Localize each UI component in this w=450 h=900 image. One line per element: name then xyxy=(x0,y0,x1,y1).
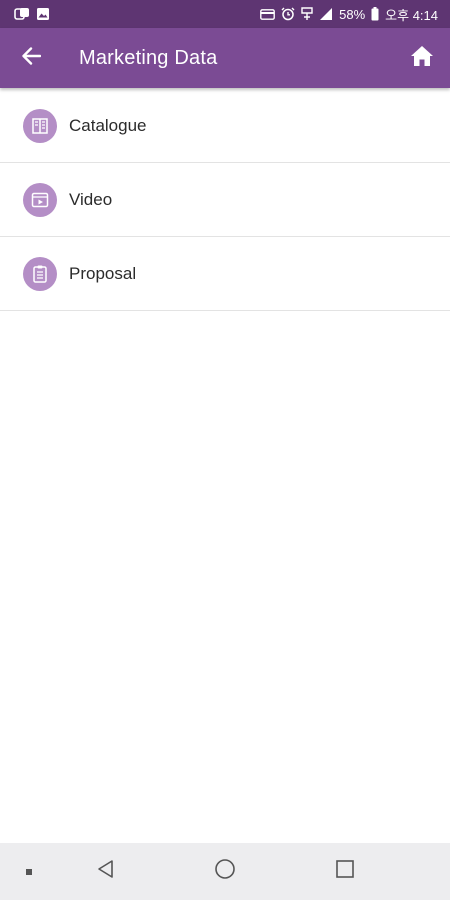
nav-overview-button[interactable] xyxy=(325,843,365,900)
gallery-icon xyxy=(36,7,50,21)
clipboard-icon xyxy=(23,256,57,291)
back-button[interactable] xyxy=(0,28,62,88)
list-item-label: Video xyxy=(69,189,113,209)
list-item-video[interactable]: Video xyxy=(0,163,450,237)
alarm-icon xyxy=(281,7,295,21)
nav-back-button[interactable] xyxy=(86,843,126,900)
video-icon xyxy=(23,182,57,217)
arrow-back-icon xyxy=(21,46,42,70)
signal-icon xyxy=(319,7,333,21)
status-left xyxy=(14,7,50,21)
back-triangle-icon xyxy=(96,859,116,884)
overview-square-icon xyxy=(335,859,355,884)
battery-percent: 58% xyxy=(339,6,366,22)
nav-home-button[interactable] xyxy=(205,843,245,900)
marketing-list: Catalogue Video Proposal xyxy=(0,89,450,311)
app-bar: Marketing Data xyxy=(0,28,450,88)
book-icon xyxy=(23,108,57,143)
page-title: Marketing Data xyxy=(79,46,218,69)
recent-dot-button[interactable] xyxy=(14,843,44,900)
list-item-catalogue[interactable]: Catalogue xyxy=(0,89,450,163)
home-circle-icon xyxy=(214,858,236,885)
system-nav-bar xyxy=(0,843,450,900)
signal-label-icon xyxy=(301,7,313,21)
battery-icon xyxy=(371,7,379,21)
office-icon xyxy=(14,7,30,21)
list-item-label: Catalogue xyxy=(69,115,147,135)
status-right: 58% 오후 4:14 xyxy=(260,5,438,24)
card-icon xyxy=(260,8,276,20)
home-icon xyxy=(410,45,434,72)
status-time: 오후 4:14 xyxy=(385,7,438,23)
home-button[interactable] xyxy=(394,28,450,88)
recent-dot-icon xyxy=(25,863,33,881)
list-item-proposal[interactable]: Proposal xyxy=(0,237,450,311)
list-item-label: Proposal xyxy=(69,263,137,283)
status-bar: 58% 오후 4:14 xyxy=(0,0,450,28)
